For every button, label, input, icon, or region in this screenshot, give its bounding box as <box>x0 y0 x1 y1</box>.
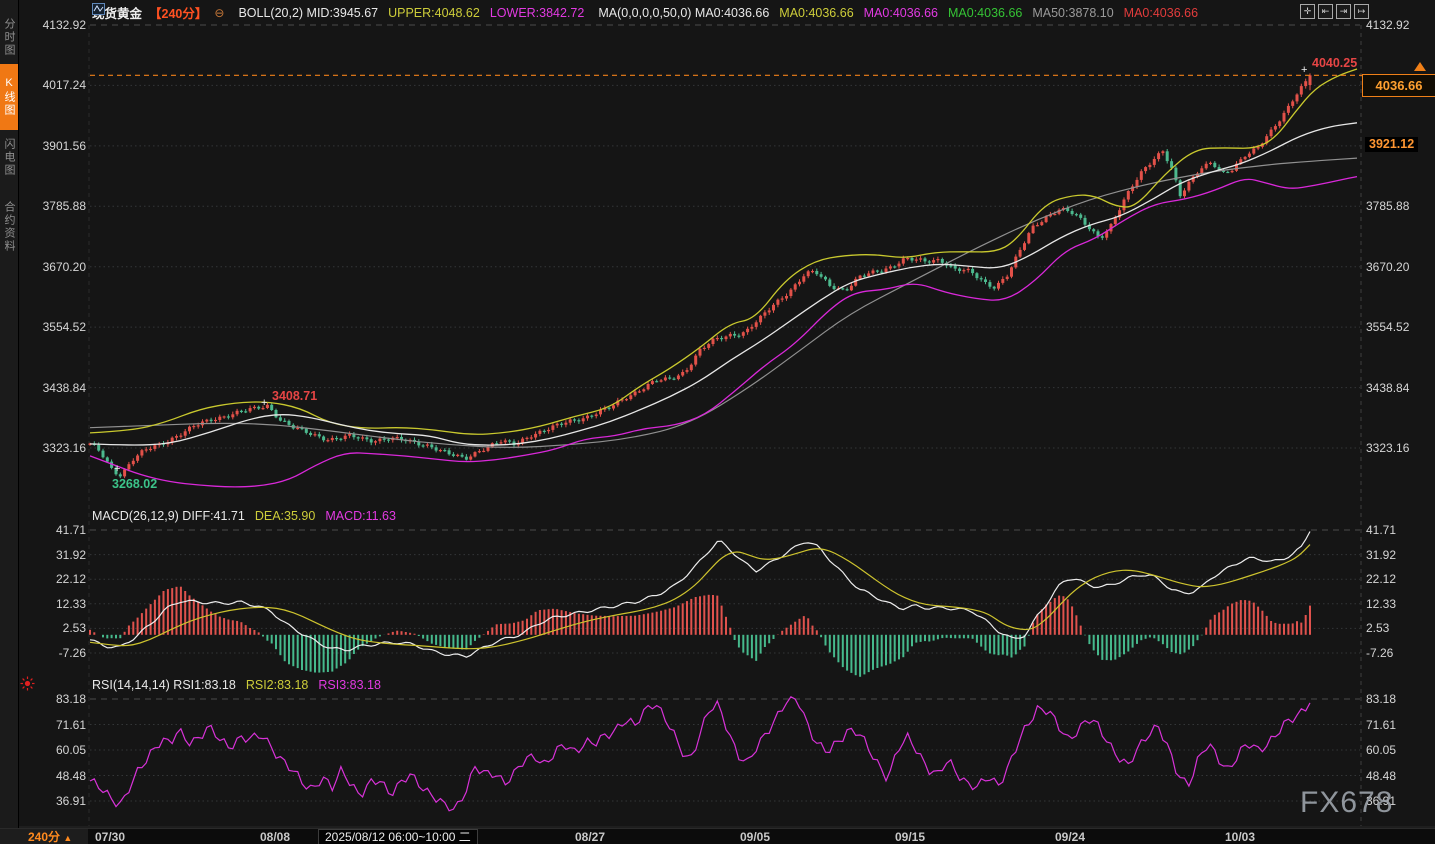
boll-values: BOLL(20,2) MID:3945.67 UPPER:4048.62 LOWER… <box>238 6 584 20</box>
sidebar-item-kline-chart[interactable]: K线图 <box>0 64 18 130</box>
ma-value: MA(0,0,0,0,50,0) MA0:4036.66 <box>598 6 769 20</box>
y-axis-label: 3670.20 <box>1366 260 1409 274</box>
y-axis-label: 4132.92 <box>30 18 86 32</box>
rsi-panel <box>90 697 1310 811</box>
chart-canvas[interactable] <box>0 0 1435 844</box>
macd-value: MACD:11.63 <box>325 509 396 523</box>
macd-panel <box>90 532 1310 677</box>
y-axis-label: 22.12 <box>30 572 86 586</box>
ma-value: MA0:4036.66 <box>1124 6 1198 20</box>
rsi-value: RSI(14,14,14) RSI1:83.18 <box>92 678 236 692</box>
y-axis-label: 60.05 <box>30 743 86 757</box>
brand-watermark: FX678 <box>1300 786 1393 820</box>
y-axis-label: 71.61 <box>30 718 86 732</box>
y-axis-label: 36.91 <box>30 794 86 808</box>
timeframe-label: 240分 <box>28 830 60 844</box>
ma-value: MA0:4036.66 <box>864 6 938 20</box>
timeframe-up-icon: ▲ <box>63 833 72 843</box>
x-axis-date-label: 08/27 <box>575 830 605 844</box>
y-axis-label: -7.26 <box>30 646 86 660</box>
crosshair-date-label: 2025/08/12 06:00~10:00 二 <box>318 829 478 844</box>
y-axis-label: 3323.16 <box>1366 441 1409 455</box>
secondary-price-tag: 3921.12 <box>1365 137 1418 152</box>
y-axis-label: 60.05 <box>1366 743 1396 757</box>
candles-layer <box>89 73 1312 478</box>
sidebar-item-time-chart[interactable]: 分时图 <box>0 4 18 70</box>
macd-value: MACD(26,12,9) DIFF:41.71 <box>92 509 245 523</box>
crosshair-tool-icon[interactable]: ✛ <box>1300 4 1315 19</box>
y-axis-label: 12.33 <box>30 597 86 611</box>
swing-low-annotation: 3268.02 <box>112 477 157 491</box>
sidebar: 分时图K线图闪电图合约资料 <box>0 0 19 844</box>
y-axis-label: 4132.92 <box>1366 18 1409 32</box>
rsi-value: RSI2:83.18 <box>246 678 309 692</box>
main-indicator-bar: 现货黄金 【240分】 ⊖ BOLL(20,2) MID:3945.67UPPE… <box>92 3 1198 22</box>
x-axis-date-label: 08/08 <box>260 830 290 844</box>
y-axis-label: 48.48 <box>1366 769 1396 783</box>
scale-right-icon[interactable]: ⇥ <box>1336 4 1351 19</box>
gridlines <box>0 25 1435 827</box>
session-high-marker: + <box>1301 64 1307 76</box>
ma-value: MA50:3878.10 <box>1032 6 1113 20</box>
swing-high-annotation: 3408.71 <box>272 389 317 403</box>
y-axis-label: 3323.16 <box>30 441 86 455</box>
period-label: 【240分】 <box>149 3 207 22</box>
y-axis-label: 31.92 <box>1366 548 1396 562</box>
y-axis-label: 41.71 <box>1366 523 1396 537</box>
y-axis-label: 4017.24 <box>30 78 86 92</box>
y-axis-label: 12.33 <box>1366 597 1396 611</box>
rsi-value: RSI3:83.18 <box>318 678 381 692</box>
x-axis-date-label: 09/24 <box>1055 830 1085 844</box>
sidebar-item-contract-info[interactable]: 合约资料 <box>0 184 18 270</box>
rsi-indicator-bar: RSI(14,14,14) RSI1:83.18 RSI2:83.18 RSI3:8… <box>92 678 381 692</box>
y-axis-label: 48.48 <box>30 769 86 783</box>
y-axis-label: -7.26 <box>1366 646 1393 660</box>
current-price-tag: 4036.66 <box>1362 74 1435 97</box>
x-axis-date-label: 09/05 <box>740 830 770 844</box>
y-axis-label: 22.12 <box>1366 572 1396 586</box>
y-axis-label: 3670.20 <box>30 260 86 274</box>
swing-high-marker: + <box>261 397 267 409</box>
chart-window: 分时图K线图闪电图合约资料 现货黄金 【240分】 ⊖ BOLL(20,2) M… <box>0 0 1435 844</box>
macd-value: DEA:35.90 <box>255 509 315 523</box>
boll-value: BOLL(20,2) MID:3945.67 <box>238 6 378 20</box>
y-axis-label: 3438.84 <box>30 381 86 395</box>
time-axis-bar: 240分 ▲ 07/30 08/08 08/27 09/05 09/15 09/24 10/… <box>0 828 1435 844</box>
bollinger-ma-lines <box>90 69 1357 487</box>
chart-toolbar: ✛⇤⇥↦ <box>1300 4 1369 19</box>
boll-value: LOWER:3842.72 <box>490 6 585 20</box>
y-axis-label: 3901.56 <box>30 139 86 153</box>
macd-indicator-bar: MACD(26,12,9) DIFF:41.71 DEA:35.90 MACD:11… <box>92 509 396 523</box>
timeframe-indicator[interactable]: 240分 ▲ <box>0 829 88 844</box>
y-axis-label: 3438.84 <box>1366 381 1409 395</box>
x-axis-date-label: 10/03 <box>1225 830 1255 844</box>
y-axis-label: 3785.88 <box>30 199 86 213</box>
y-axis-label: 3785.88 <box>1366 199 1409 213</box>
y-axis-label: 3554.52 <box>30 320 86 334</box>
swing-low-marker: + <box>114 463 120 475</box>
y-axis-label: 83.18 <box>1366 692 1396 706</box>
collapse-indicator-icon[interactable]: ⊖ <box>214 6 224 20</box>
boll-value: UPPER:4048.62 <box>388 6 480 20</box>
y-axis-label: 41.71 <box>30 523 86 537</box>
scale-left-icon[interactable]: ⇤ <box>1318 4 1333 19</box>
sidebar-item-flash-chart[interactable]: 闪电图 <box>0 124 18 190</box>
y-axis-label: 3554.52 <box>1366 320 1409 334</box>
ma-values: MA(0,0,0,0,50,0) MA0:4036.66 MA0:4036.66 M… <box>598 6 1198 20</box>
y-axis-label: 2.53 <box>30 621 86 635</box>
y-axis-label: 71.61 <box>1366 718 1396 732</box>
ma-value: MA0:4036.66 <box>948 6 1022 20</box>
x-axis-date-label: 09/15 <box>895 830 925 844</box>
y-axis-label: 2.53 <box>1366 621 1389 635</box>
y-axis-label: 83.18 <box>30 692 86 706</box>
price-up-arrow-icon <box>1414 62 1426 71</box>
y-axis-label: 31.92 <box>30 548 86 562</box>
session-high-annotation: 4040.25 <box>1312 56 1357 70</box>
ma-value: MA0:4036.66 <box>779 6 853 20</box>
pan-right-icon[interactable]: ↦ <box>1354 4 1369 19</box>
x-axis-date-label: 07/30 <box>95 830 125 844</box>
